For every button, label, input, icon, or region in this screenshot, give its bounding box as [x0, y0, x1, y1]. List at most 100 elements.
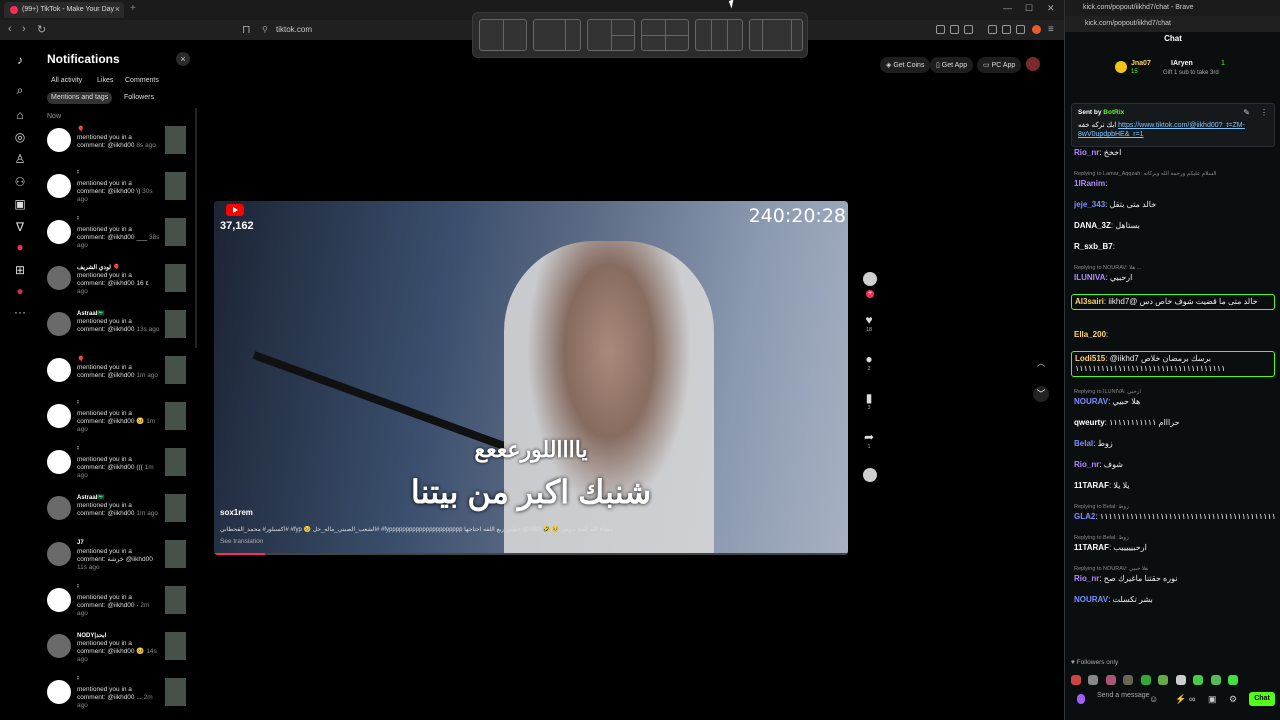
chevron-down-icon[interactable]: ﹀ [1033, 386, 1049, 402]
avatar[interactable] [47, 542, 71, 566]
video-thumbnail[interactable] [165, 172, 186, 200]
video-thumbnail[interactable] [165, 540, 186, 568]
maximize-icon[interactable]: ☐ [1025, 3, 1033, 14]
notification-item[interactable]: Astraal🇸🇦 mentioned you in a comment: @ii… [47, 310, 189, 352]
get-app-button[interactable]: ▯ Get App [930, 57, 974, 73]
filter-all-activity[interactable]: All activity [47, 75, 86, 87]
more-options-icon[interactable]: ⋮ [1260, 108, 1268, 117]
close-window-icon[interactable]: ✕ [1047, 3, 1055, 14]
notification-user[interactable]: 🎈 [77, 126, 84, 133]
back-icon[interactable]: ‹ [8, 23, 12, 35]
emote-icon[interactable] [1228, 675, 1239, 685]
chat-username[interactable]: Al3sairi [1075, 297, 1104, 306]
emote-icon[interactable] [1071, 675, 1081, 685]
video-thumbnail[interactable] [165, 310, 186, 338]
profile-avatar[interactable] [1026, 57, 1040, 71]
chat-username[interactable]: jeje_343 [1074, 200, 1105, 209]
snap-layout-four[interactable] [641, 19, 689, 51]
chat-username[interactable]: GLA2 [1074, 512, 1095, 521]
filter-followers[interactable]: Followers [120, 92, 158, 104]
creator-avatar[interactable] [863, 272, 877, 286]
snap-layout-two-wide[interactable] [533, 19, 581, 51]
chat-username[interactable]: 11TARAF [1074, 543, 1109, 552]
infinity-icon[interactable]: ∞ [1189, 694, 1195, 704]
notification-item[interactable]: ꜞ mentioned you in a comment: @iikhd00 \)… [47, 172, 189, 214]
notification-item[interactable]: 🎈 mentioned you in a comment: @iikhd00 1m… [47, 356, 189, 398]
video-thumbnail[interactable] [165, 494, 186, 522]
chat-username[interactable]: Lodi515 [1075, 354, 1105, 363]
notification-item[interactable]: لودي الشريف 🎈 mentioned you in a comment:… [47, 264, 189, 306]
video-thumbnail[interactable] [165, 632, 186, 660]
notification-item[interactable]: ꜞ mentioned you in a comment: @iikhd00 ..… [47, 678, 189, 720]
chat-send-button[interactable]: Chat [1249, 692, 1275, 706]
filter-likes[interactable]: Likes [93, 75, 117, 87]
get-coins-button[interactable]: ◈ Get Coins [880, 57, 931, 73]
notification-item[interactable]: ꜞ mentioned you in a comment: @iikhd00 ((… [47, 448, 189, 490]
notification-item[interactable]: 🎈 mentioned you in a comment: @iikhd00 8s… [47, 126, 189, 168]
gift-sub-prompt[interactable]: Gift 1 sub to take 3rd [1163, 70, 1219, 76]
chat-username[interactable]: 11TARAF [1074, 481, 1109, 490]
share-action[interactable]: ➦ 1 [862, 430, 876, 450]
explore-icon[interactable]: ◎ [13, 130, 27, 144]
reload-icon[interactable]: ↻ [37, 23, 46, 36]
video-thumbnail[interactable] [165, 218, 186, 246]
avatar[interactable] [47, 450, 71, 474]
avatar[interactable] [47, 128, 71, 152]
emote-icon[interactable] [1088, 675, 1099, 685]
following-icon[interactable]: ♙ [13, 152, 27, 166]
filter-mentions-and-tags[interactable]: Mentions and tags [47, 92, 113, 104]
filter-comments[interactable]: Comments [121, 75, 163, 87]
chat-username[interactable]: Rio_nr [1074, 574, 1099, 583]
emote-icon[interactable] [1123, 675, 1134, 685]
notification-user[interactable]: ꜞ [77, 586, 79, 592]
notification-user[interactable]: ꜞ [77, 448, 79, 454]
home-icon[interactable]: ⌂ [13, 108, 27, 122]
chat-username[interactable]: qweurty [1074, 418, 1105, 427]
inbox-icon[interactable]: ∇ [13, 220, 27, 234]
notification-user[interactable]: 🎈 [77, 356, 84, 363]
notification-item[interactable]: ꜞ mentioned you in a comment: @iikhd00 🥺 … [47, 402, 189, 444]
avatar[interactable] [47, 312, 71, 336]
snap-layout-three-columns[interactable] [695, 19, 743, 51]
like-action[interactable]: ♥ 18 [862, 313, 876, 333]
avatar[interactable] [47, 220, 71, 244]
notification-user[interactable]: Astraal🇸🇦 [77, 494, 105, 501]
settings-gear-icon[interactable]: ⚙ [1229, 694, 1237, 705]
avatar[interactable] [47, 358, 71, 382]
notification-item[interactable]: ꜞ mentioned you in a comment: @iikhd00 __… [47, 218, 189, 260]
extension-icon[interactable] [936, 25, 945, 34]
comment-action[interactable]: ● 2 [862, 352, 876, 372]
chat-username[interactable]: Belal [1074, 439, 1093, 448]
chat-username[interactable]: R_sxb_B7 [1074, 242, 1113, 251]
more-icon[interactable]: ··· [13, 305, 27, 319]
avatar[interactable] [47, 174, 71, 198]
notifications-badge-icon[interactable]: ● [13, 240, 27, 254]
emote-icon[interactable] [1158, 675, 1169, 685]
see-translation-link[interactable]: See translation [220, 538, 263, 545]
close-icon[interactable]: × [176, 52, 190, 66]
video-player[interactable]: 37,162 240:20:28 يااااللورعععع شنبك اكبر… [214, 201, 848, 555]
share-icon[interactable] [950, 25, 959, 34]
emote-icon[interactable] [1140, 675, 1151, 685]
notification-item[interactable]: NODY|ابحد mentioned you in a comment: @ii… [47, 632, 189, 674]
avatar[interactable] [47, 588, 71, 612]
avatar[interactable] [47, 496, 71, 520]
chat-username[interactable]: ILUNIVA [1074, 273, 1105, 282]
avatar[interactable] [47, 634, 71, 658]
save-action[interactable]: ▮ 3 [862, 391, 876, 411]
video-thumbnail[interactable] [165, 356, 186, 384]
notification-user[interactable]: Astraal🇸🇦 [77, 310, 105, 317]
minimize-icon[interactable]: — [1003, 3, 1012, 13]
snap-layout-wide-center[interactable] [749, 19, 803, 51]
pc-app-button[interactable]: ▭ PC App [977, 57, 1022, 73]
emote-icon[interactable] [1193, 675, 1204, 685]
notification-user[interactable]: ꜞ [77, 172, 79, 178]
emote-icon[interactable] [1210, 675, 1221, 685]
notification-user[interactable]: لودي الشريف 🎈 [77, 264, 120, 271]
notification-item[interactable]: Astraal🇸🇦 mentioned you in a comment: @ii… [47, 494, 189, 536]
chat-username[interactable]: Rio_nr [1074, 460, 1099, 469]
video-thumbnail[interactable] [165, 678, 186, 706]
notification-user[interactable]: NODY|ابحد [77, 632, 106, 639]
video-thumbnail[interactable] [165, 402, 186, 430]
notification-user[interactable]: J7 [77, 540, 84, 546]
